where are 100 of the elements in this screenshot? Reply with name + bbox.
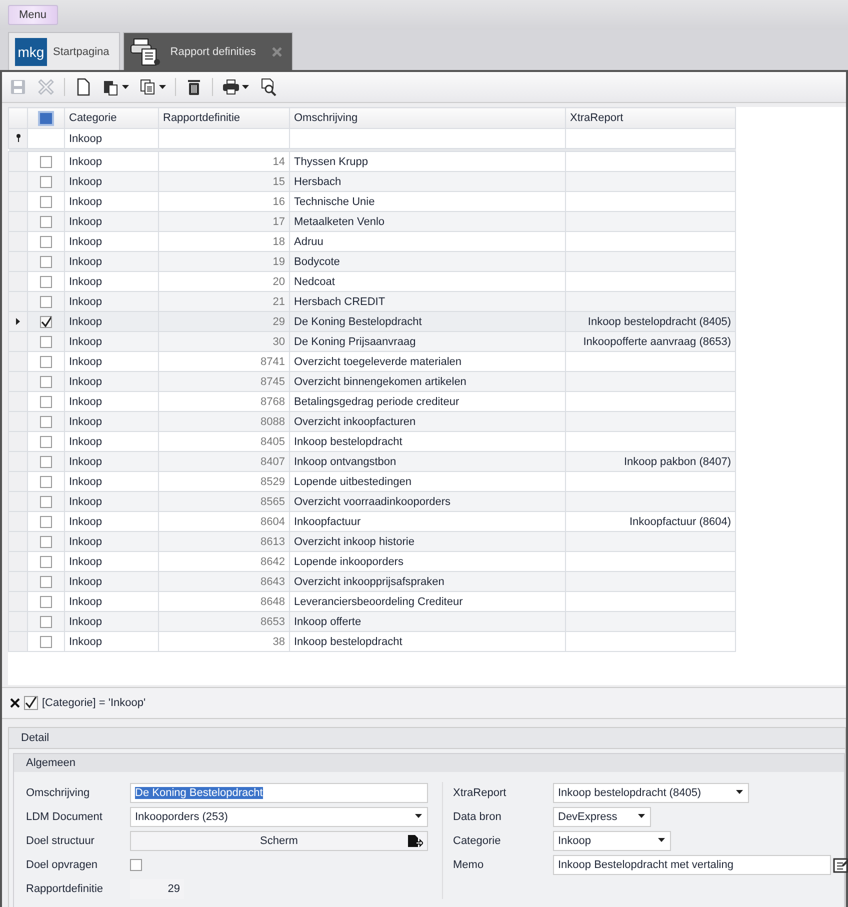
table-cell: 15 xyxy=(158,172,290,192)
memo-field[interactable]: Inkoop Bestelopdracht met vertaling xyxy=(553,854,831,874)
group-title: Algemeen xyxy=(14,754,844,772)
caret-icon xyxy=(638,814,646,819)
field-label: Data bron xyxy=(453,810,502,822)
column-header[interactable]: Rapportdefinitie xyxy=(158,108,290,128)
table-cell: Overzicht inkoop historie xyxy=(290,532,566,552)
field-label: LDM Document xyxy=(26,810,104,822)
row-indicator-icon xyxy=(16,318,20,324)
table-cell: Hersbach CREDIT xyxy=(290,292,566,312)
filter-expression: [Categorie] = 'Inkoop' xyxy=(42,697,146,709)
table-cell: Inkoop xyxy=(64,572,158,592)
table-cell: Inkoopofferte aanvraag (8653) xyxy=(566,332,736,352)
row-checkbox[interactable] xyxy=(40,536,52,548)
table-cell: 17 xyxy=(158,212,290,232)
table-cell: 19 xyxy=(158,252,290,272)
row-checkbox[interactable] xyxy=(40,236,52,248)
filter-checkbox[interactable] xyxy=(24,696,38,710)
table-cell: 14 xyxy=(158,152,290,172)
dropdown[interactable]: Inkoop xyxy=(553,830,671,850)
row-checkbox[interactable] xyxy=(40,616,52,628)
table-cell: 38 xyxy=(158,632,290,652)
row-checkbox[interactable] xyxy=(40,196,52,208)
table-cell: Overzicht binnengekomen artikelen xyxy=(290,372,566,392)
table-cell: Thyssen Krupp xyxy=(290,152,566,172)
row-checkbox[interactable] xyxy=(40,216,52,228)
table-cell: 30 xyxy=(158,332,290,352)
table-cell: Hersbach xyxy=(290,172,566,192)
logo: mkg xyxy=(15,38,47,66)
field-label: Memo xyxy=(453,858,485,870)
table-cell: Inkoop xyxy=(64,332,158,352)
row-checkbox[interactable] xyxy=(40,476,52,488)
row-checkbox[interactable] xyxy=(40,596,52,608)
table-cell: 8565 xyxy=(158,492,290,512)
column-header[interactable]: Categorie xyxy=(64,108,158,128)
row-checkbox[interactable] xyxy=(40,576,52,588)
column-header[interactable]: XtraReport xyxy=(566,108,736,128)
row-checkbox[interactable] xyxy=(40,396,52,408)
row-checkbox[interactable] xyxy=(40,356,52,368)
table-cell: Bodycote xyxy=(290,252,566,272)
table-cell: 8653 xyxy=(158,612,290,632)
row-checkbox[interactable] xyxy=(40,256,52,268)
document-dropdown[interactable]: Inkooporders (253) xyxy=(130,806,428,826)
save-icon xyxy=(9,78,27,96)
table-cell: Overzicht inkoopfacturen xyxy=(290,412,566,432)
row-checkbox[interactable] xyxy=(40,296,52,308)
table-cell: Inkoop xyxy=(64,492,158,512)
row-checkbox[interactable] xyxy=(40,156,52,168)
table-cell: Metaalketen Venlo xyxy=(290,212,566,232)
description-field[interactable]: De Koning Bestelopdracht xyxy=(130,782,428,802)
table-cell: Inkoop ontvangstbon xyxy=(290,452,566,472)
field-label: XtraReport xyxy=(453,786,508,798)
select-all-checkbox[interactable] xyxy=(38,110,54,126)
table-cell: Inkoop xyxy=(64,172,158,192)
row-checkbox[interactable] xyxy=(40,436,52,448)
caret-icon xyxy=(658,838,666,843)
table-cell: Inkoop pakbon (8407) xyxy=(566,452,736,472)
target-structure-button[interactable]: Scherm xyxy=(130,830,428,850)
field-label: Doel structuur xyxy=(26,834,96,846)
table-cell: 8643 xyxy=(158,572,290,592)
table-cell: 8745 xyxy=(158,372,290,392)
row-checkbox[interactable] xyxy=(40,456,52,468)
table-cell: De Koning Prijsaanvraag xyxy=(290,332,566,352)
copy-icon xyxy=(139,78,157,96)
column-header[interactable]: Omschrijving xyxy=(290,108,566,128)
table-cell: De Koning Bestelopdracht xyxy=(290,312,566,332)
dropdown[interactable]: Inkoop bestelopdracht (8405) xyxy=(553,782,749,802)
close-icon[interactable] xyxy=(10,698,20,708)
row-checkbox[interactable] xyxy=(40,276,52,288)
checkbox[interactable] xyxy=(130,858,142,870)
table-cell: Inkoop xyxy=(64,212,158,232)
table-cell: Inkoop offerte xyxy=(290,612,566,632)
tab[interactable]: mkg Startpagina xyxy=(8,32,120,70)
edit-icon[interactable] xyxy=(833,856,848,874)
preview-icon xyxy=(259,78,277,96)
row-checkbox[interactable] xyxy=(40,376,52,388)
tab[interactable]: Rapport definities xyxy=(123,32,293,70)
table-cell: Inkoop bestelopdracht xyxy=(290,632,566,652)
table-cell: Inkoop xyxy=(64,372,158,392)
caret-icon xyxy=(736,790,744,795)
row-checkbox[interactable] xyxy=(40,416,52,428)
delete-icon xyxy=(185,78,203,96)
row-checkbox[interactable] xyxy=(40,496,52,508)
row-checkbox[interactable] xyxy=(40,316,52,328)
field-label: Omschrijving xyxy=(26,786,91,798)
caret-icon xyxy=(415,814,423,819)
selected-text: De Koning Bestelopdracht xyxy=(135,786,263,798)
row-checkbox[interactable] xyxy=(40,556,52,568)
row-checkbox[interactable] xyxy=(40,336,52,348)
cancel-icon xyxy=(37,78,55,96)
row-checkbox[interactable] xyxy=(40,176,52,188)
menu-button[interactable]: Menu xyxy=(8,5,58,25)
table-cell: Inkoop xyxy=(64,152,158,172)
row-checkbox[interactable] xyxy=(40,516,52,528)
field-label: Rapportdefinitie xyxy=(26,882,104,894)
table-cell: Inkoop xyxy=(64,632,158,652)
row-checkbox[interactable] xyxy=(40,636,52,648)
table-cell: 21 xyxy=(158,292,290,312)
field-label: Categorie xyxy=(453,834,502,846)
dropdown[interactable]: DevExpress xyxy=(553,806,651,826)
